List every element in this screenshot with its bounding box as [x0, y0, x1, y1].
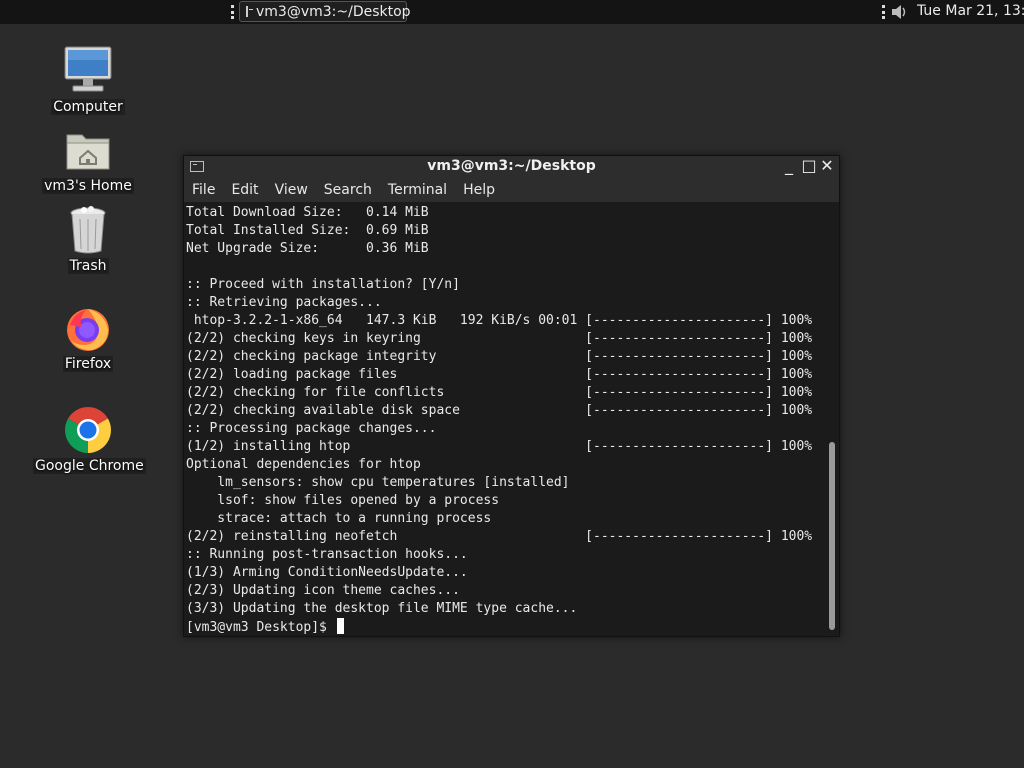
terminal-line: :: Running post-transaction hooks...: [186, 547, 468, 562]
taskbar-drag-handle[interactable]: [231, 5, 234, 19]
menu-terminal[interactable]: Terminal: [380, 178, 455, 202]
terminal-icon: [246, 6, 253, 17]
terminal-line: Net Upgrade Size: 0.36 MiB: [186, 241, 429, 256]
menu-edit[interactable]: Edit: [223, 178, 266, 202]
shell-prompt: [vm3@vm3 Desktop]$: [186, 620, 335, 635]
terminal-line: :: Retrieving packages...: [186, 295, 382, 310]
menu-search[interactable]: Search: [316, 178, 380, 202]
desktop-icon-trash[interactable]: Trash: [33, 205, 143, 274]
terminal-line: (1/3) Arming ConditionNeedsUpdate...: [186, 565, 468, 580]
terminal-titlebar[interactable]: vm3@vm3:~/Desktop _ □ ✕: [184, 156, 839, 178]
terminal-line: (2/2) checking available disk space [---…: [186, 403, 813, 418]
home-folder-icon: [66, 134, 110, 170]
terminal-line: strace: attach to a running process: [186, 511, 492, 526]
terminal-prompt-line[interactable]: [vm3@vm3 Desktop]$: [186, 618, 344, 636]
terminal-line: (2/2) loading package files [-----------…: [186, 367, 813, 382]
tray-drag-handle[interactable]: [882, 5, 885, 19]
desktop-icon-chrome[interactable]: Google Chrome: [33, 405, 146, 474]
desktop-icon-label: vm3's Home: [42, 178, 134, 194]
terminal-line: :: Proceed with installation? [Y/n]: [186, 277, 460, 292]
terminal-line: (2/2) checking for file conflicts [-----…: [186, 385, 813, 400]
terminal-line: (3/3) Updating the desktop file MIME typ…: [186, 601, 578, 616]
maximize-icon[interactable]: □: [801, 158, 817, 174]
terminal-line: Total Installed Size: 0.69 MiB: [186, 223, 429, 238]
menu-file[interactable]: File: [184, 178, 223, 202]
trash-icon: [70, 206, 106, 254]
taskbar-terminal-button[interactable]: vm3@vm3:~/Desktop: [239, 1, 411, 22]
chrome-icon: [65, 407, 111, 453]
terminal-line: lsof: show files opened by a process: [186, 493, 500, 508]
close-icon[interactable]: ✕: [819, 158, 835, 174]
terminal-line: :: Processing package changes...: [186, 421, 437, 436]
firefox-icon: [67, 309, 109, 351]
computer-icon: [64, 46, 112, 92]
terminal-line: lm_sensors: show cpu temperatures [insta…: [186, 475, 570, 490]
clock[interactable]: Tue Mar 21, 13:20: [917, 3, 1024, 19]
terminal-line: (2/2) checking keys in keyring [--------…: [186, 331, 813, 346]
speaker-icon[interactable]: [890, 3, 908, 21]
desktop-icon-firefox[interactable]: Firefox: [33, 305, 143, 372]
minimize-icon[interactable]: _: [781, 158, 797, 174]
desktop-icon-computer[interactable]: Computer: [33, 44, 143, 115]
window-title: vm3@vm3:~/Desktop: [427, 158, 596, 174]
menu-help[interactable]: Help: [455, 178, 503, 202]
terminal-line: Total Download Size: 0.14 MiB: [186, 205, 429, 220]
menu-view[interactable]: View: [267, 178, 316, 202]
desktop-icon-label: Computer: [51, 99, 125, 115]
terminal-line: (2/3) Updating icon theme caches...: [186, 583, 460, 598]
terminal-line: Optional dependencies for htop: [186, 457, 421, 472]
terminal-window[interactable]: vm3@vm3:~/Desktop _ □ ✕ File Edit View S…: [183, 155, 840, 637]
terminal-line: (2/2) reinstalling neofetch [-----------…: [186, 529, 813, 544]
terminal-line: (2/2) checking package integrity [------…: [186, 349, 813, 364]
text-cursor: [336, 618, 344, 634]
scrollbar-thumb[interactable]: [829, 442, 835, 630]
desktop-icon-label: Firefox: [62, 356, 114, 372]
terminal-line: (1/2) installing htop [-----------------…: [186, 439, 813, 454]
taskbar-terminal-label: vm3@vm3:~/Desktop: [256, 3, 411, 20]
desktop-icon-label: Google Chrome: [33, 458, 146, 474]
desktop-icon-home[interactable]: vm3's Home: [33, 127, 143, 194]
terminal-scrollbar[interactable]: [825, 202, 839, 636]
top-panel: vm3@vm3:~/Desktop Tue Mar 21, 13:20: [0, 0, 1024, 24]
terminal-menubar: File Edit View Search Terminal Help: [184, 178, 839, 202]
desktop-icon-label: Trash: [67, 258, 109, 274]
terminal-output[interactable]: Total Download Size: 0.14 MiB Total Inst…: [184, 202, 827, 636]
terminal-line: htop-3.2.2-1-x86_64 147.3 KiB 192 KiB/s …: [186, 313, 813, 328]
